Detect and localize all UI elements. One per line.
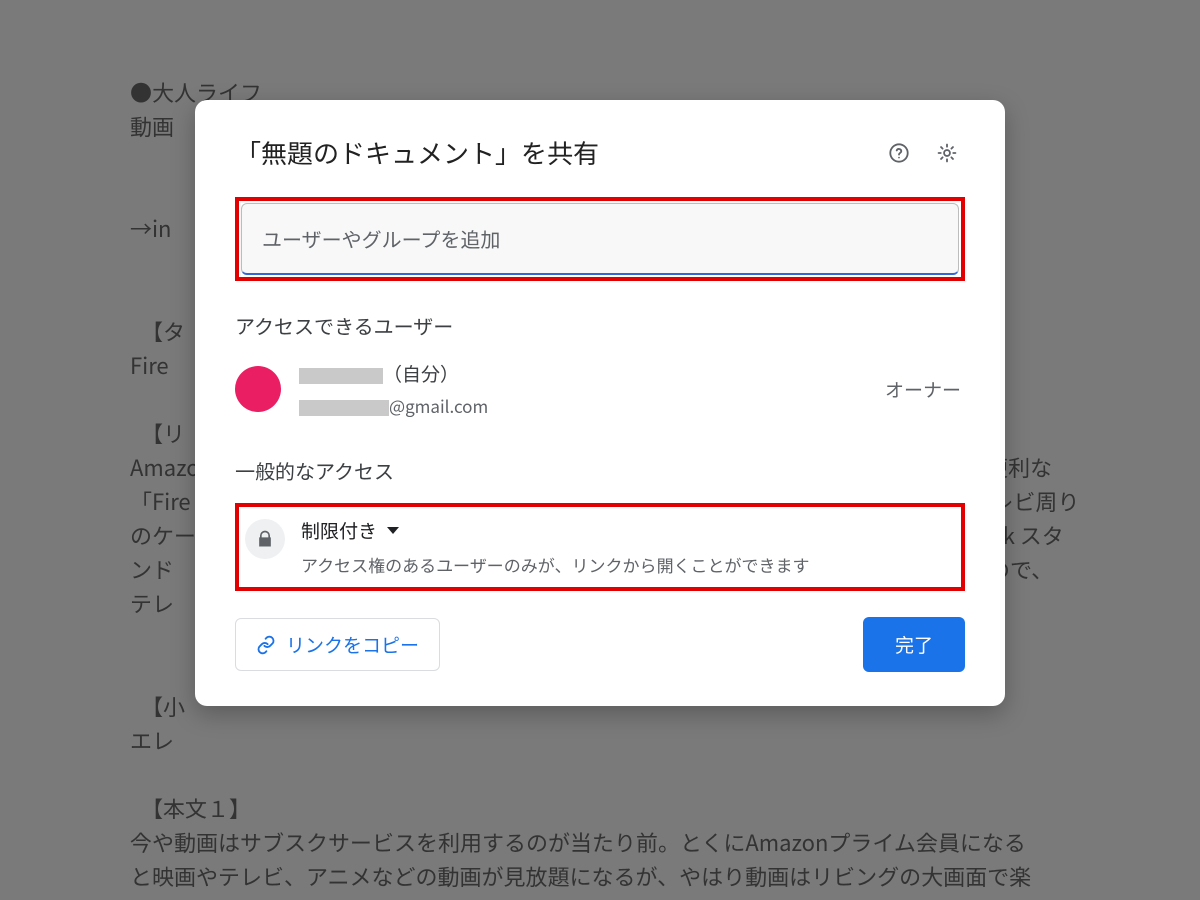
copy-link-label: リンクをコピー xyxy=(286,631,419,658)
user-row: （自分） @gmail.com オーナー xyxy=(235,356,965,422)
add-people-highlight: ユーザーやグループを追加 xyxy=(235,197,965,281)
user-email-domain: @gmail.com xyxy=(389,393,488,418)
access-scope-dropdown[interactable]: 制限付き xyxy=(301,517,955,544)
redacted-email xyxy=(299,400,389,416)
caret-down-icon xyxy=(387,527,399,534)
add-people-input[interactable]: ユーザーやグループを追加 xyxy=(241,203,959,275)
user-name-suffix: （自分） xyxy=(383,360,459,387)
general-access-label: 一般的なアクセス xyxy=(235,456,965,485)
user-name: （自分） xyxy=(299,360,885,387)
help-icon[interactable] xyxy=(881,135,917,171)
access-scope-label: 制限付き xyxy=(301,517,377,544)
user-role: オーナー xyxy=(885,376,961,403)
general-access-highlight: 制限付き アクセス権のあるユーザーのみが、リンクから開くことができます xyxy=(235,503,965,591)
access-scope-description: アクセス権のあるユーザーのみが、リンクから開くことができます xyxy=(301,552,955,577)
user-email: @gmail.com xyxy=(299,393,885,418)
done-button[interactable]: 完了 xyxy=(863,617,965,672)
copy-link-button[interactable]: リンクをコピー xyxy=(235,618,440,671)
user-meta: （自分） @gmail.com xyxy=(299,360,885,418)
share-dialog: 「無題のドキュメント」を共有 ユーザーやグループを追加 アクセスできるユーザー … xyxy=(195,100,1005,706)
redacted-name xyxy=(299,368,383,384)
dialog-title: 「無題のドキュメント」を共有 xyxy=(235,134,869,171)
gear-icon[interactable] xyxy=(929,135,965,171)
dialog-header: 「無題のドキュメント」を共有 xyxy=(235,134,965,171)
link-icon xyxy=(256,635,276,655)
dialog-footer: リンクをコピー 完了 xyxy=(235,617,965,672)
access-users-label: アクセスできるユーザー xyxy=(235,311,965,340)
lock-icon xyxy=(245,519,285,559)
avatar xyxy=(235,366,281,412)
